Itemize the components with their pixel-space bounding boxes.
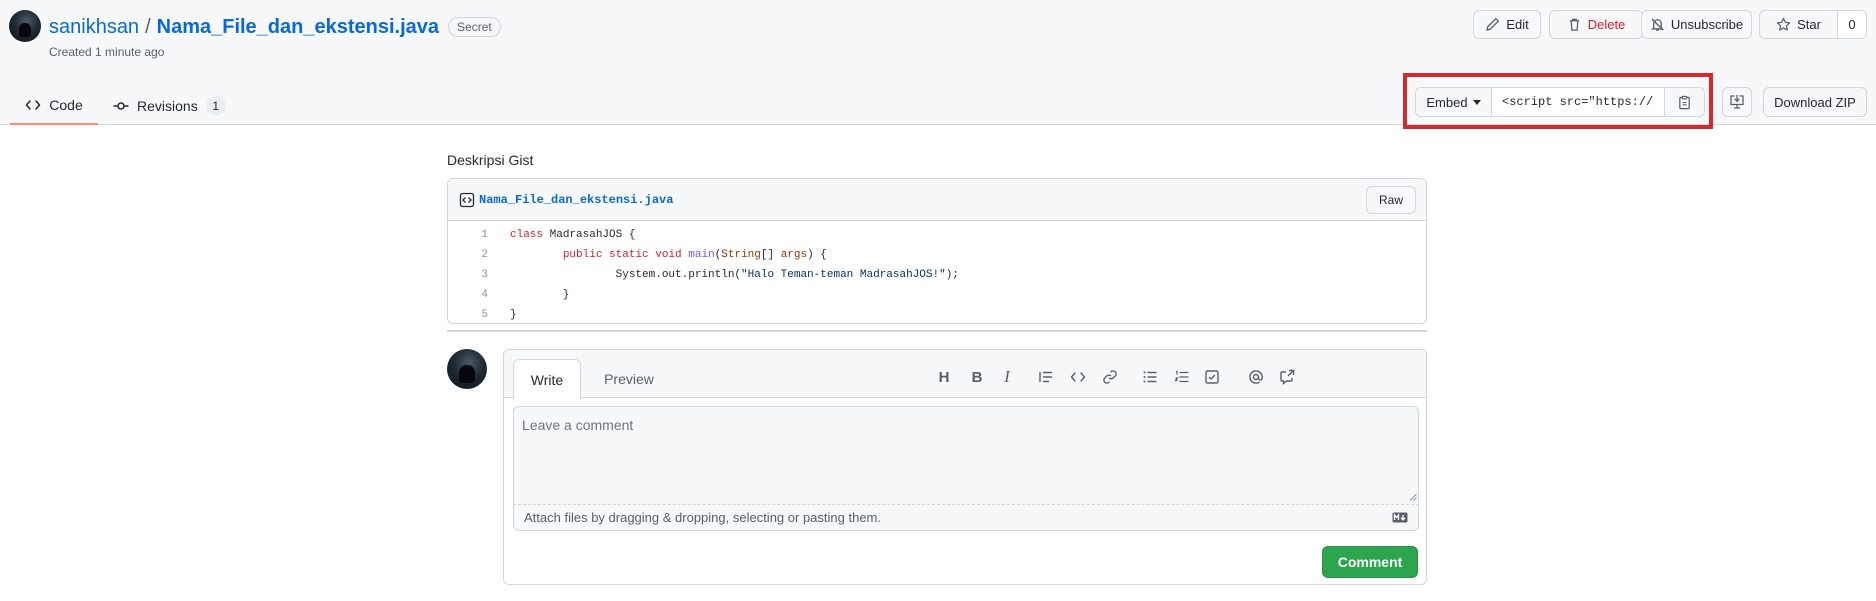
line-number[interactable]: 4 [448,289,488,301]
code-icon [1070,372,1086,382]
created-time: Created 1 minute ago [49,45,165,59]
code-line: 2 public static void main(String[] args)… [448,245,1426,265]
task-list-button[interactable] [1202,367,1222,387]
git-commit-icon [113,102,129,110]
gist-description: Deskripsi Gist [447,152,534,168]
embed-code-input[interactable] [1492,88,1664,116]
attach-files-bar[interactable]: Attach files by dragging & dropping, sel… [513,504,1419,531]
delete-button-label: Delete [1587,17,1626,32]
mention-button[interactable] [1246,367,1266,387]
visibility-badge: Secret [448,17,501,37]
title-separator: / [145,15,151,38]
comment-textarea[interactable] [513,406,1419,504]
delete-button[interactable]: Delete [1549,10,1643,39]
tab-revisions[interactable]: Revisions 1 [113,87,226,125]
line-number[interactable]: 2 [448,249,488,261]
quote-button[interactable] [1036,367,1056,387]
tab-write[interactable]: Write [513,359,581,399]
owner-avatar[interactable] [9,10,41,42]
raw-button[interactable]: Raw [1366,186,1416,214]
line-content: System.out.println("Halo Teman-teman Mad… [510,269,959,281]
code-button[interactable] [1068,367,1088,387]
code-icon [26,100,41,110]
gist-name-link[interactable]: Nama_File_dan_ekstensi.java [157,16,439,39]
clipboard-icon [1679,95,1690,109]
link-icon [1103,370,1117,384]
pencil-icon [1486,17,1500,31]
quote-icon [1039,371,1052,383]
comment-submit-button[interactable]: Comment [1322,546,1418,578]
star-icon [1776,17,1791,31]
list-unordered-icon [1143,371,1157,383]
copy-embed-button[interactable] [1664,88,1704,116]
file-header: Nama_File_dan_ekstensi.java Raw [448,179,1426,221]
markdown-icon[interactable] [1392,512,1408,523]
line-content: public static void main(String[] args) { [562,249,827,261]
embed-select[interactable]: Embed [1416,88,1492,116]
cross-reference-button[interactable] [1277,367,1297,387]
line-number[interactable]: 3 [448,269,488,281]
comment-form: Write Preview H B I Attach fil [503,349,1427,585]
tasklist-icon [1205,370,1219,384]
mention-icon [1249,370,1263,384]
code-block: 1 class MadrasahJOS { 2 public static vo… [448,221,1426,323]
line-content: } [510,289,570,301]
line-number[interactable]: 1 [448,229,488,241]
line-number[interactable]: 5 [448,309,488,321]
code-line: 1 class MadrasahJOS { [448,225,1426,245]
star-count[interactable]: 0 [1838,11,1866,38]
tab-code-label: Code [49,97,83,113]
italic-button[interactable]: I [997,367,1017,387]
unsubscribe-button[interactable]: Unsubscribe [1641,10,1752,39]
embed-group: Embed [1415,87,1705,117]
unordered-list-button[interactable] [1140,367,1160,387]
ordered-list-button[interactable] [1172,367,1192,387]
resize-grip-icon[interactable] [1409,493,1417,501]
gist-header: sanikhsan / Nama_File_dan_ekstensi.java … [0,0,1876,129]
download-zip-button[interactable]: Download ZIP [1763,87,1867,117]
attach-files-text: Attach files by dragging & dropping, sel… [524,510,881,525]
comment-form-header: Write Preview H B I [504,350,1426,399]
heading-button[interactable]: H [934,367,954,387]
line-content: } [510,309,517,321]
tab-code[interactable]: Code [10,87,98,125]
code-line: 5 } [448,305,1426,323]
file-box: Nama_File_dan_ekstensi.java Raw 1 class … [447,178,1427,324]
edit-button-label: Edit [1506,17,1529,32]
gist-title: sanikhsan / Nama_File_dan_ekstensi.java … [49,13,501,41]
edit-button[interactable]: Edit [1473,10,1541,39]
desktop-download-icon [1730,95,1744,109]
tab-preview[interactable]: Preview [589,359,669,399]
caret-down-icon [1472,99,1481,105]
unsubscribe-button-label: Unsubscribe [1670,17,1744,32]
list-ordered-icon [1174,370,1189,383]
tab-revisions-label: Revisions [137,98,198,114]
star-button[interactable]: Star [1760,11,1838,38]
code-line: 3 System.out.println("Halo Teman-teman M… [448,265,1426,285]
embed-select-label: Embed [1426,94,1468,110]
line-content: class MadrasahJOS { [510,229,636,241]
owner-link[interactable]: sanikhsan [49,16,139,39]
bell-slash-icon [1650,18,1664,31]
file-code-icon [459,192,475,207]
commenter-avatar[interactable] [447,349,487,389]
code-line: 4 } [448,285,1426,305]
star-group: Star 0 [1759,10,1867,39]
open-in-desktop-button[interactable] [1722,87,1752,117]
section-divider [447,330,1427,332]
cross-reference-icon [1280,369,1295,385]
star-button-label: Star [1797,17,1821,32]
link-button[interactable] [1100,367,1120,387]
trash-icon [1569,18,1579,31]
bold-button[interactable]: B [967,367,987,387]
revisions-counter: 1 [205,96,226,116]
file-name-link[interactable]: Nama_File_dan_ekstensi.java [479,193,673,207]
